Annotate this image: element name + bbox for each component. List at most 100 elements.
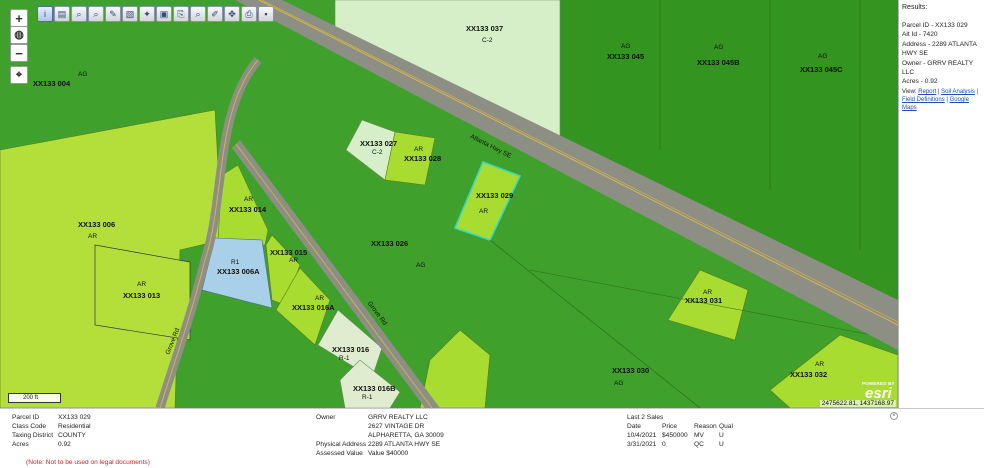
globe-icon[interactable]: ◍ — [10, 26, 28, 44]
zone-label: AR — [479, 208, 489, 215]
label-owner: Owner — [316, 414, 336, 421]
sales-header-reason: Reason — [694, 423, 717, 430]
select-icon[interactable]: ▣ — [156, 6, 172, 22]
report-link[interactable]: Report — [918, 89, 936, 95]
map-basemap — [0, 0, 898, 408]
value-assessed-value: Value $40000 — [368, 450, 409, 457]
zone-label: AR — [244, 196, 254, 203]
zone-label: R-1 — [339, 355, 350, 362]
result-address: Address - 2289 ATLANTA HWY SE — [902, 40, 977, 58]
zone-label: AG — [614, 380, 624, 387]
value-physical-address: 2289 ATLANTA HWY SE — [368, 441, 441, 448]
parcel-label: XX133 027 — [360, 139, 398, 148]
zone-label: AG — [78, 71, 88, 78]
value-acres: 0.92 — [58, 441, 71, 448]
parcel-label: XX133 016B — [353, 384, 396, 393]
label-assessed-value: Assessed Value — [316, 450, 363, 457]
results-panel: Results: Parcel ID - XX133 029 Alt Id - … — [898, 0, 984, 408]
draw-icon[interactable]: ✐ — [207, 6, 223, 22]
parcel-label: XX133 006 — [78, 220, 116, 229]
sales-header-qual: Qual — [719, 423, 733, 430]
zone-label: AR — [414, 146, 424, 153]
full-extent-icon[interactable]: ✥ — [224, 6, 240, 22]
save-icon[interactable]: ▪ — [258, 6, 274, 22]
parcel-label: XX133 026 — [371, 239, 409, 248]
result-acres: Acres - 0.92 — [902, 78, 938, 86]
map-view[interactable]: XX133 004 AG XX133 037 C-2 AG XX133 045 … — [0, 0, 898, 408]
zone-label: AG — [714, 44, 724, 51]
sale-price: $450000 — [662, 432, 688, 439]
zoom-in-button[interactable]: + — [10, 9, 28, 27]
zone-label: C-2 — [372, 149, 383, 156]
value-owner-name: GRRV REALTY LLC — [368, 414, 428, 421]
result-owner: Owner - GRRV REALTY LLC — [902, 59, 974, 77]
parcel-label: XX133 045B — [697, 58, 740, 67]
sales-title: Last 2 Sales — [627, 414, 664, 421]
soil-analysis-link[interactable]: Soil Analysis — [941, 89, 975, 95]
info-icon[interactable]: i — [37, 6, 53, 22]
parcel-label: XX133 013 — [123, 291, 161, 300]
zone-label: AG — [416, 262, 426, 269]
value-parcel-id: XX133 029 — [58, 414, 91, 421]
esri-logo: POWERED BY esri — [862, 381, 895, 402]
results-header: Results: — [902, 4, 928, 11]
close-icon[interactable]: × — [890, 412, 898, 420]
zone-label: C-2 — [482, 37, 493, 44]
parcel-label: XX133 029 — [476, 191, 514, 200]
sale-date: 10/4/2021 — [627, 432, 657, 439]
search-zoom-icon[interactable]: ⌕ — [88, 6, 104, 22]
zoom-area-icon[interactable]: ⌕ — [190, 6, 206, 22]
zone-label: AR — [315, 295, 325, 302]
zone-label: R1 — [231, 259, 240, 266]
label-physical-address: Physical Address — [316, 441, 367, 448]
parcel-label: XX133 004 — [33, 79, 71, 88]
result-links: View: Report | Soil Analysis | Field Def… — [902, 88, 979, 111]
zone-label: AR — [289, 257, 299, 264]
zone-label: AG — [621, 43, 631, 50]
result-alt-id: Alt Id - 7420 — [902, 31, 938, 39]
parcel-label: XX133 016 — [332, 345, 370, 354]
zone-label: R-1 — [362, 394, 373, 401]
parcel-label: XX133 031 — [685, 296, 723, 305]
field-definitions-link[interactable]: Field Definitions — [902, 97, 945, 103]
sales-header-date: Date — [627, 423, 641, 430]
result-parcel-id: Parcel ID - XX133 029 — [902, 22, 968, 29]
parcel-label: XX133 045C — [800, 65, 843, 74]
parcel-label: XX133 015 — [270, 248, 308, 257]
zone-label: AG — [818, 53, 828, 60]
search-icon[interactable]: ⌕ — [71, 6, 87, 22]
legal-note: (Note: Not to be used on legal documents… — [26, 459, 150, 466]
sales-header-price: Price — [662, 423, 678, 430]
value-class-code: Residential — [58, 423, 91, 430]
parcel-label: XX133 016A — [292, 303, 335, 312]
zoom-out-button[interactable]: − — [10, 44, 28, 62]
parcel-label: XX133 028 — [404, 154, 442, 163]
sale-qual: U — [719, 441, 724, 448]
parcel-label: XX133 030 — [612, 366, 650, 375]
zone-label: AR — [88, 233, 98, 240]
parcel-label: XX133 006A — [217, 267, 260, 276]
parcel-label: XX133 032 — [790, 370, 828, 379]
map-toolbar: i ▤ ⌕ ⌕ ✎ ▧ ✦ ▣ ⎘ ⌕ ✐ ✥ ⎙ ▪ — [37, 6, 274, 22]
sale-date: 3/31/2021 — [627, 441, 657, 448]
star-icon[interactable]: ✦ — [139, 6, 155, 22]
label-class-code: Class Code — [12, 423, 47, 430]
sale-price: 0 — [662, 441, 666, 448]
value-owner-addr1: 2627 VINTAGE DR — [368, 423, 425, 430]
sale-reason: QC — [694, 441, 704, 448]
measure-icon[interactable]: ▧ — [122, 6, 138, 22]
edit-icon[interactable]: ✎ — [105, 6, 121, 22]
print-icon[interactable]: ⎙ — [241, 6, 257, 22]
parcel-label: XX133 045 — [607, 52, 645, 61]
sale-reason: MV — [694, 432, 704, 439]
layers-icon[interactable]: ▤ — [54, 6, 70, 22]
value-taxing-district: COUNTY — [58, 432, 86, 439]
parcel-label: XX133 014 — [229, 205, 267, 214]
zone-label: AR — [815, 361, 825, 368]
locate-icon[interactable]: ⌖ — [10, 66, 28, 84]
label-taxing-district: Taxing District — [12, 432, 54, 439]
coordinate-readout: 2475622.81, 1437168.97 — [819, 400, 896, 407]
export-icon[interactable]: ⎘ — [173, 6, 189, 22]
label-parcel-id: Parcel ID — [12, 414, 40, 421]
label-acres: Acres — [12, 441, 29, 448]
